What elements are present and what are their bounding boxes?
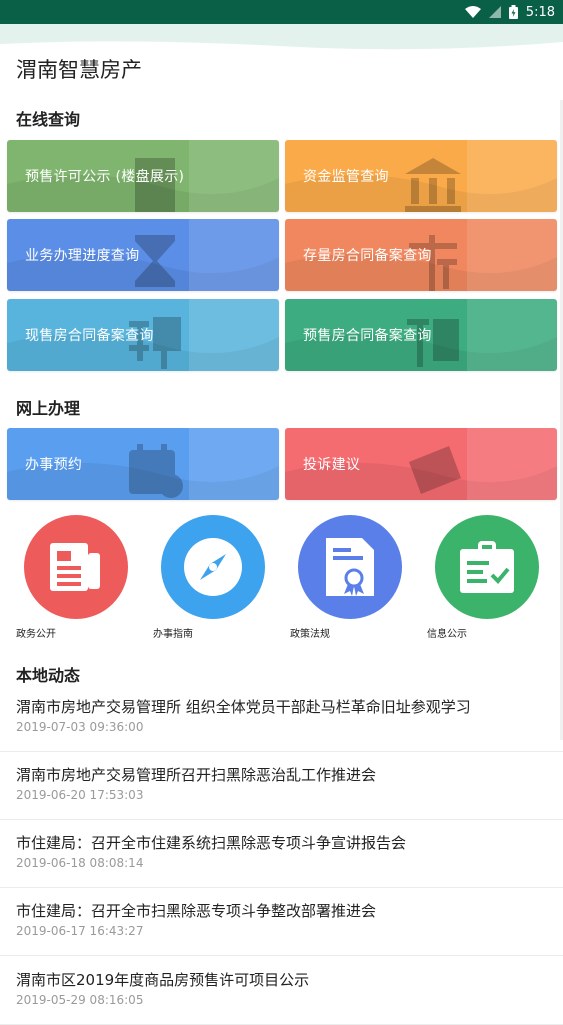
tile-presale-contract[interactable]: 预售房合同备案查询 <box>285 299 557 371</box>
news-item[interactable]: 渭南市房地产交易管理所召开扫黑除恶治乱工作推进会 2019-06-20 17:5… <box>0 752 563 820</box>
wifi-icon <box>464 5 481 19</box>
tile-label: 资金监管查询 <box>303 169 389 185</box>
section-title-local-news: 本地动态 <box>16 666 81 685</box>
news-date: 2019-05-29 08:16:05 <box>16 993 144 1007</box>
news-title: 渭南市区2019年度商品房预售许可项目公示 <box>16 971 310 989</box>
quick-link-info-publicity[interactable]: 信息公示 <box>419 515 539 645</box>
status-time: 5:18 <box>525 4 555 20</box>
compass-icon <box>161 515 265 619</box>
quick-link-gov-affairs[interactable]: 政务公开 <box>8 515 128 645</box>
news-date: 2019-07-03 09:36:00 <box>16 720 144 734</box>
tile-complaint[interactable]: 投诉建议 <box>285 428 557 500</box>
tile-label: 办事预约 <box>25 457 83 473</box>
newspaper-icon <box>24 515 128 619</box>
section-title-online-handle: 网上办理 <box>16 399 81 418</box>
tile-label: 存量房合同备案查询 <box>303 248 432 264</box>
tile-label: 业务办理进度查询 <box>25 248 140 264</box>
news-item[interactable]: 市住建局：召开全市住建系统扫黑除恶专项斗争宣讲报告会 2019-06-18 08… <box>0 820 563 888</box>
battery-icon <box>508 5 518 19</box>
signal-icon <box>488 6 501 18</box>
news-item[interactable]: 渭南市区2019年度商品房预售许可项目公示 2019-05-29 08:16:0… <box>0 957 563 1025</box>
tile-fund-supervision[interactable]: 资金监管查询 <box>285 140 557 212</box>
tile-label: 预售房合同备案查询 <box>303 328 432 344</box>
section-title-online-query: 在线查询 <box>16 110 81 129</box>
tile-existing-contract[interactable]: 存量房合同备案查询 <box>285 219 557 291</box>
quick-link-label: 政策法规 <box>290 629 330 640</box>
news-title: 渭南市房地产交易管理所召开扫黑除恶治乱工作推进会 <box>16 766 377 784</box>
news-title: 市住建局：召开全市住建系统扫黑除恶专项斗争宣讲报告会 <box>16 834 407 852</box>
calendar-icon <box>129 444 183 498</box>
tile-label: 现售房合同备案查询 <box>25 328 154 344</box>
news-date: 2019-06-20 17:53:03 <box>16 788 144 802</box>
quick-link-label: 信息公示 <box>427 629 467 640</box>
certificate-icon <box>298 515 402 619</box>
news-title: 渭南市房地产交易管理所 组织全体党员干部赴马栏革命旧址参观学习 <box>16 698 471 716</box>
news-title: 市住建局：召开全市扫黑除恶专项斗争整改部署推进会 <box>16 902 377 920</box>
tile-label: 预售许可公示 (楼盘展示) <box>25 169 185 185</box>
bank-icon <box>405 158 461 212</box>
app-title: 渭南智慧房产 <box>16 58 142 82</box>
tile-business-progress[interactable]: 业务办理进度查询 <box>7 219 279 291</box>
quick-link-policy[interactable]: 政策法规 <box>282 515 402 645</box>
clipboard-check-icon <box>435 515 539 619</box>
quick-link-label: 办事指南 <box>153 629 193 640</box>
news-date: 2019-06-18 08:08:14 <box>16 856 144 870</box>
tile-spot-sale-contract[interactable]: 现售房合同备案查询 <box>7 299 279 371</box>
quick-link-label: 政务公开 <box>16 629 56 640</box>
quick-link-service-guide[interactable]: 办事指南 <box>145 515 265 645</box>
news-item[interactable]: 渭南市房地产交易管理所 组织全体党员干部赴马栏革命旧址参观学习 2019-07-… <box>0 684 563 752</box>
news-date: 2019-06-17 16:43:27 <box>16 924 144 938</box>
tile-label: 投诉建议 <box>303 457 361 473</box>
news-item[interactable]: 市住建局：召开全市扫黑除恶专项斗争整改部署推进会 2019-06-17 16:4… <box>0 888 563 956</box>
complaint-icon <box>409 446 461 494</box>
status-bar: 5:18 <box>0 0 563 24</box>
tile-presale-permit[interactable]: 预售许可公示 (楼盘展示) <box>7 140 279 212</box>
tile-appointment[interactable]: 办事预约 <box>7 428 279 500</box>
